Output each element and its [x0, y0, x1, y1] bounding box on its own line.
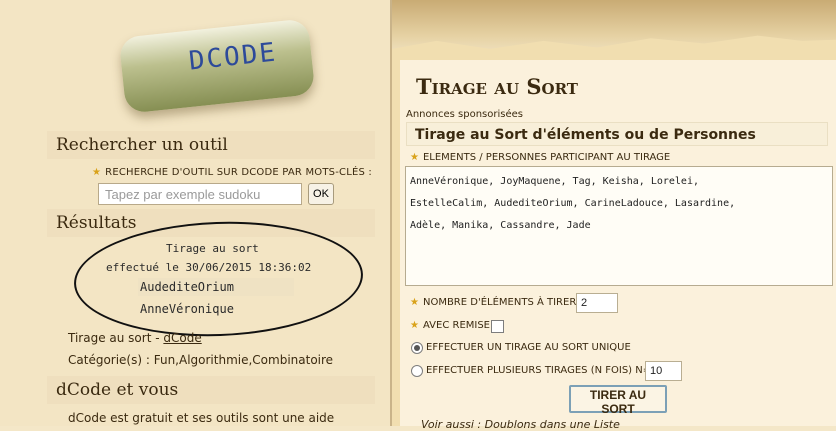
- dcode-logo[interactable]: DCODE: [86, 12, 356, 124]
- elements-textarea[interactable]: AnneVéronique, JoyMaquene, Tag, Keisha, …: [405, 166, 833, 286]
- about-text: dCode est gratuit et ses outils sont une…: [68, 411, 335, 425]
- single-draw-label: EFFECTUER UN TIRAGE AU SORT UNIQUE: [426, 342, 631, 353]
- search-input[interactable]: [98, 183, 302, 205]
- about-heading: dCode et vous: [47, 376, 375, 404]
- multi-draw-label: EFFECTUER PLUSIEURS TIRAGES (N FOIS) N=: [426, 365, 652, 376]
- star-icon: ★: [410, 297, 419, 308]
- single-draw-radio[interactable]: [411, 342, 423, 354]
- multi-draw-radio[interactable]: [411, 365, 423, 377]
- star-icon: ★: [410, 152, 419, 163]
- search-label: ★ RECHERCHE D'OUTIL SUR DCODE PAR MOTS-CL…: [92, 167, 372, 178]
- star-icon: ★: [410, 320, 419, 331]
- draw-button[interactable]: TIRER AU SORT: [569, 385, 667, 416]
- search-heading: Rechercher un outil: [47, 131, 375, 159]
- multi-count-input[interactable]: [645, 361, 682, 381]
- see-also-text: Voir aussi : Doublons dans une Liste: [421, 418, 620, 431]
- count-label: ★ NOMBRE D'ÉLÉMENTS À TIRER: [410, 297, 577, 308]
- count-input[interactable]: [576, 293, 618, 313]
- search-ok-button[interactable]: OK: [308, 183, 334, 205]
- page-subtitle: Tirage au Sort d'éléments ou de Personne…: [406, 122, 828, 146]
- tool-link-line: Tirage au sort - dCode: [68, 331, 202, 345]
- replace-label: ★ AVEC REMISE: [410, 320, 490, 331]
- star-icon: ★: [92, 167, 102, 178]
- replace-checkbox[interactable]: [491, 320, 504, 333]
- categories-text: Catégorie(s) : Fun,Algorithmie,Combinato…: [68, 353, 334, 367]
- elements-label: ★ ELEMENTS / PERSONNES PARTICIPANT AU TIR…: [410, 152, 671, 163]
- parchment-header: [392, 0, 836, 49]
- page-title: Tirage au Sort: [416, 74, 578, 99]
- sponsored-label: Annonces sponsorisées: [406, 109, 523, 120]
- dcode-link[interactable]: dCode: [163, 331, 201, 345]
